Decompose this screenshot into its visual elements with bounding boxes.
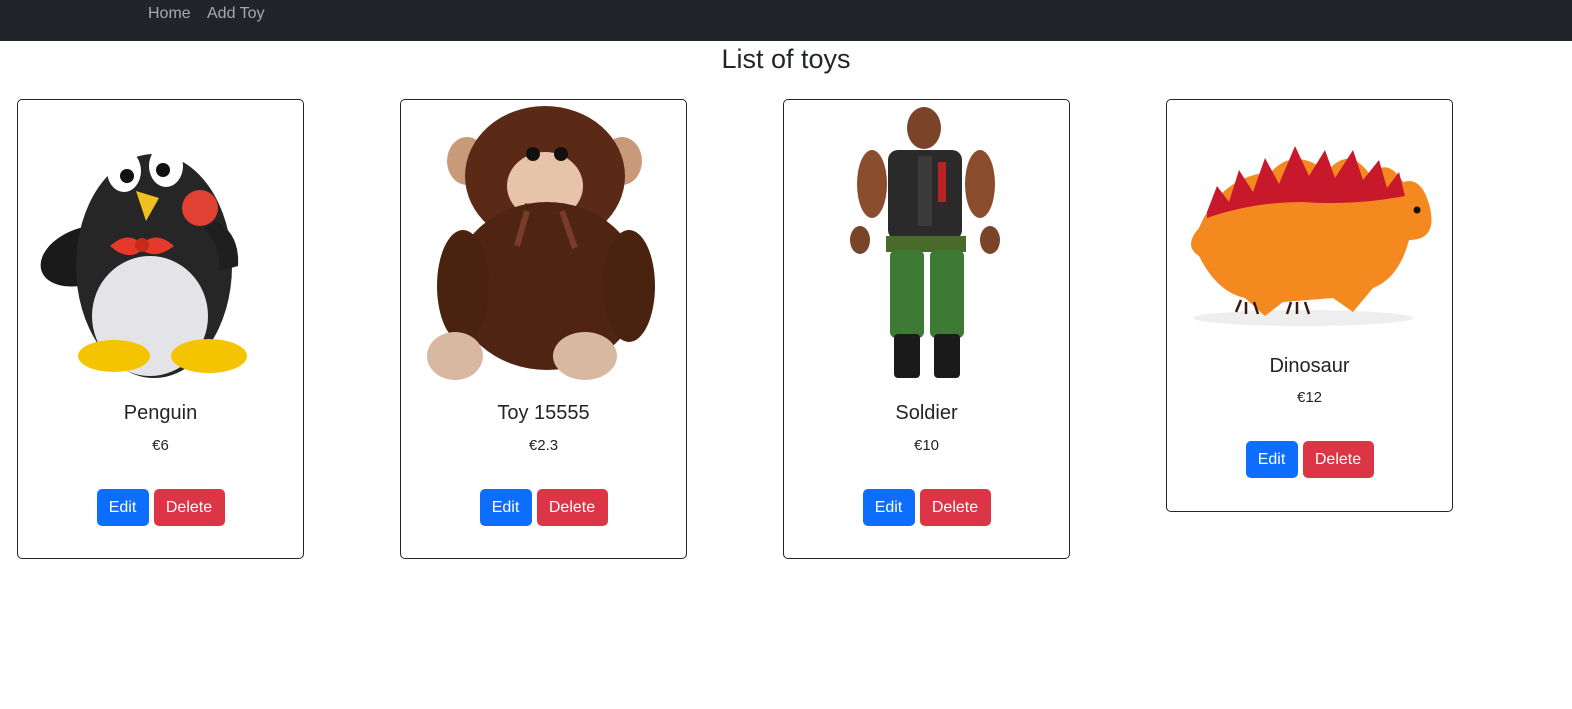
toy-card: Soldier €10 Edit Delete [783,99,1070,559]
card-actions: Edit Delete [784,489,1069,526]
toy-name: Dinosaur [1269,355,1350,377]
edit-button[interactable]: Edit [862,489,915,526]
toy-image-dinosaur [1173,106,1446,334]
toy-image-monkey [407,106,680,382]
toy-image-penguin [24,106,297,382]
toy-name: Soldier [895,402,958,424]
toy-card: Toy 15555 €2.3 Edit Delete [400,99,687,559]
card-actions: Edit Delete [1167,441,1452,478]
edit-button[interactable]: Edit [96,489,149,526]
edit-button[interactable]: Edit [479,489,532,526]
delete-button[interactable]: Delete [1302,441,1374,478]
card-actions: Edit Delete [18,489,303,526]
nav-add-toy-link[interactable]: Add Toy [207,5,265,23]
toy-price: €2.3 [528,437,559,454]
nav-home-link[interactable]: Home [148,5,191,23]
toy-price: €6 [152,437,169,454]
page-title: List of toys [721,44,851,74]
delete-button[interactable]: Delete [536,489,608,526]
delete-button[interactable]: Delete [153,489,225,526]
navbar: Home Add Toy [0,0,1572,41]
card-actions: Edit Delete [401,489,686,526]
toy-image-soldier [790,106,1063,382]
toy-card: Dinosaur €12 Edit Delete [1166,99,1453,512]
toy-card: Penguin €6 Edit Delete [17,99,304,559]
delete-button[interactable]: Delete [919,489,991,526]
edit-button[interactable]: Edit [1245,441,1298,478]
toy-name: Penguin [123,402,198,424]
toy-price: €12 [1296,389,1323,406]
toy-price: €10 [913,437,940,454]
toy-name: Toy 15555 [497,402,590,424]
